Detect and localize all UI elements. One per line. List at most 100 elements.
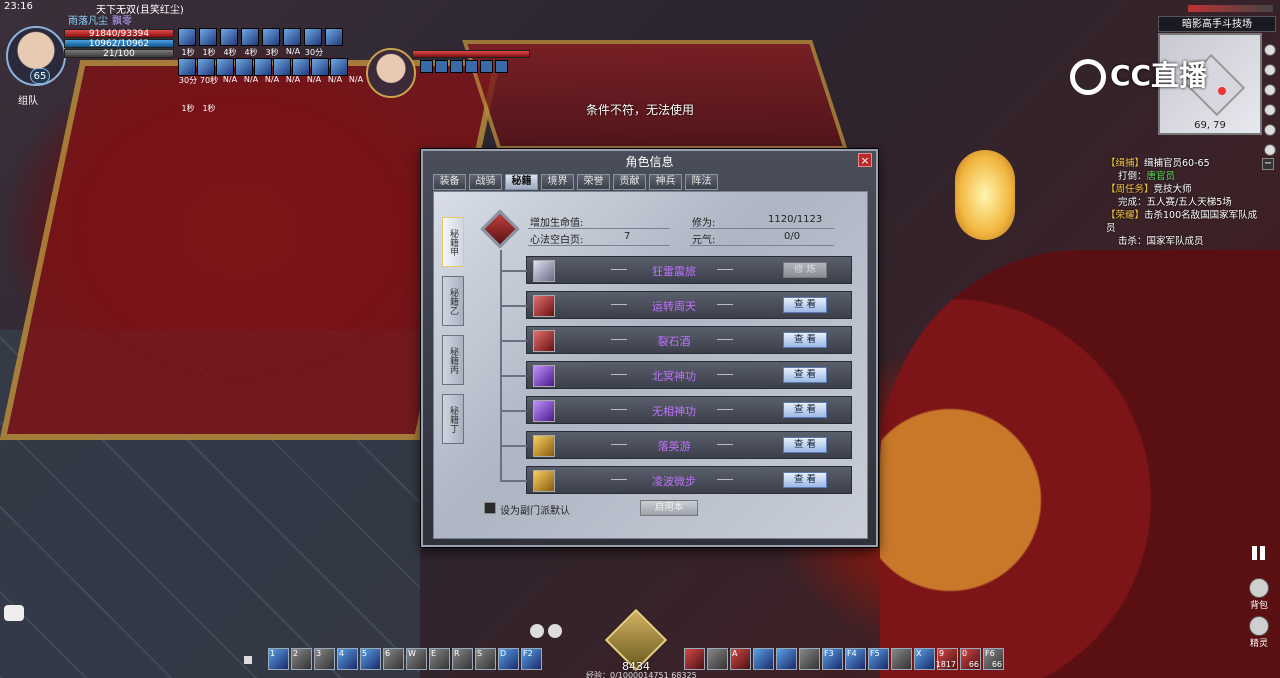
skill-slot[interactable] [799,648,820,670]
minimap-button-icon[interactable] [1264,84,1276,96]
quest-line[interactable]: 完成：五人赛/五人天梯5场 [1106,196,1262,209]
view-button[interactable]: 查 看 [783,472,827,488]
skill-slot[interactable]: D [498,648,519,670]
bag-button[interactable]: 背包 [1246,578,1272,611]
quest-collapse-button[interactable]: − [1262,158,1274,170]
tab-equipment[interactable]: 装备 [433,174,466,190]
skill-slot[interactable]: F3 [822,648,843,670]
buff-icon[interactable] [197,58,215,76]
target-portrait[interactable] [366,48,416,98]
minimap-button-icon[interactable] [1264,44,1276,56]
buff-icon[interactable] [292,58,310,76]
minimap-button-icon[interactable] [1264,64,1276,76]
arrow [717,304,733,305]
skill-slot[interactable]: E [429,648,450,670]
tab-divine-weapon[interactable]: 神兵 [649,174,682,190]
buff-icon[interactable] [304,28,322,46]
skill-slot[interactable]: X [914,648,935,670]
minimap-button-icon[interactable] [1264,144,1276,156]
sprite-button[interactable]: 精灵 [1246,616,1272,649]
tab-realm[interactable]: 境界 [541,174,574,190]
utility-icon[interactable] [530,624,544,638]
buff-icon[interactable] [273,58,291,76]
quest-line[interactable]: 【荣耀】击杀100名敌国国家军队成员 [1106,209,1262,235]
skill-row[interactable]: 裂石酒 查 看 [501,326,852,354]
skill-slot[interactable]: 3 [314,648,335,670]
skill-slot[interactable] [707,648,728,670]
tab-formation[interactable]: 阵法 [685,174,718,190]
skill-slot[interactable]: F2 [521,648,542,670]
skill-slot[interactable]: R [452,648,473,670]
view-button[interactable]: 查 看 [783,402,827,418]
buff-icon[interactable] [178,58,196,76]
view-button[interactable]: 查 看 [783,437,827,453]
utility-icon[interactable] [548,624,562,638]
buff-icon[interactable] [178,28,196,46]
close-icon[interactable]: × [858,153,872,167]
buff-icon[interactable] [325,28,343,46]
skill-slot[interactable]: F5 [868,648,889,670]
lock-icon[interactable] [244,656,252,664]
skill-slot[interactable] [891,648,912,670]
buff-icon[interactable] [241,28,259,46]
buff-icon[interactable] [216,58,234,76]
tab-secret-books[interactable]: 秘籍 [505,174,538,190]
skill-slot[interactable]: A [730,648,751,670]
quest-line[interactable]: 【缉捕】缉捕官员60-65 [1106,157,1262,170]
chat-bubble-icon[interactable] [4,605,24,621]
buff-icon[interactable] [235,58,253,76]
default-school-checkbox[interactable] [484,502,496,514]
skill-slot[interactable]: 2 [291,648,312,670]
tab-honor[interactable]: 荣誉 [577,174,610,190]
quest-line[interactable]: 打倒：唐官员 [1106,170,1262,183]
skill-row[interactable]: 凌波微步 查 看 [501,466,852,494]
skill-slot[interactable]: S [475,648,496,670]
scroll-icon [533,330,555,352]
skill-row[interactable]: 运转周天 查 看 [501,291,852,319]
skill-slot[interactable]: F6 66 [983,648,1004,670]
side-tab-book-a[interactable]: 秘籍甲 [442,217,464,267]
skill-slot[interactable]: 0 66 [960,648,981,670]
view-button[interactable]: 查 看 [783,297,827,313]
skill-slot[interactable]: 9 1817 [936,648,958,670]
side-tab-book-b[interactable]: 秘籍乙 [442,276,464,326]
quest-target-link[interactable]: 唐官员 [1147,171,1176,182]
tab-contribution[interactable]: 贡献 [613,174,646,190]
quest-line[interactable]: 击杀：国家军队成员 [1106,235,1262,248]
buff-icon[interactable] [330,58,348,76]
enable-book-button[interactable]: 启用本 [640,500,698,516]
skill-slot[interactable]: 6 [383,648,404,670]
buff-time: N/A [285,75,301,84]
buff-icon[interactable] [283,28,301,46]
team-label[interactable]: 组队 [18,92,38,107]
skill-row[interactable]: 无相神功 查 看 [501,396,852,424]
side-tab-book-c[interactable]: 秘籍丙 [442,335,464,385]
buff-icon[interactable] [311,58,329,76]
view-button[interactable]: 查 看 [783,367,827,383]
skill-slot[interactable]: 4 [337,648,358,670]
skill-row[interactable]: 北冥神功 查 看 [501,361,852,389]
train-button[interactable]: 修 炼 [783,262,827,278]
brand-text: CC直播 [1110,59,1208,92]
side-tab-book-d[interactable]: 秘籍丁 [442,394,464,444]
minimap-button-icon[interactable] [1264,104,1276,116]
view-button[interactable]: 查 看 [783,332,827,348]
skill-slot[interactable]: W [406,648,427,670]
buff-icon[interactable] [199,28,217,46]
skill-name: 凌波微步 [652,475,696,488]
skill-slot[interactable] [753,648,774,670]
skill-slot[interactable]: 5 [360,648,381,670]
skill-slot[interactable] [776,648,797,670]
skill-slot[interactable] [684,648,705,670]
quest-line[interactable]: 【周任务】竞技大师 [1106,183,1262,196]
minimap-button-icon[interactable] [1264,124,1276,136]
tab-mount[interactable]: 战骑 [469,174,502,190]
skill-slot[interactable]: 1 [268,648,289,670]
buff-icon[interactable] [220,28,238,46]
skill-row[interactable]: 狂雷震旅 修 炼 [501,256,852,284]
buff-icon[interactable] [254,58,272,76]
skill-slot[interactable]: F4 [845,648,866,670]
menu-grid-icon[interactable] [1252,546,1266,560]
buff-icon[interactable] [262,28,280,46]
skill-row[interactable]: 落英游 查 看 [501,431,852,459]
